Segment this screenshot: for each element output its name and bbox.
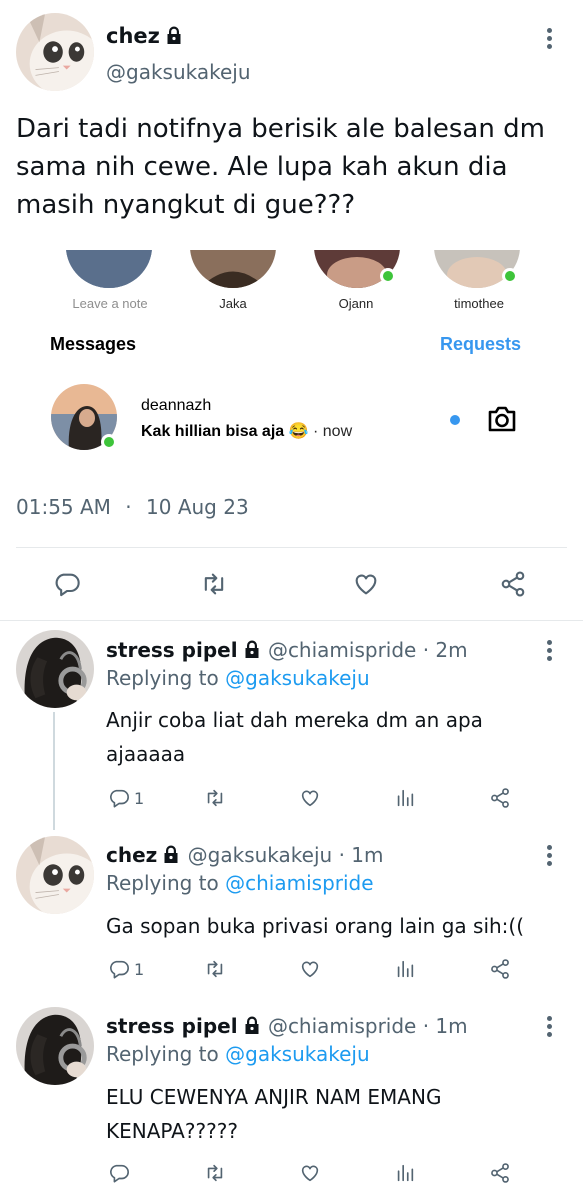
reply-icon <box>108 958 130 980</box>
note-avatar-self <box>66 250 152 288</box>
share-icon[interactable] <box>489 958 511 980</box>
replying-to-prefix: Replying to <box>106 666 219 690</box>
messages-heading: Messages <box>50 334 137 354</box>
reply-author-handle[interactable]: @chiamispride <box>268 1014 416 1038</box>
timestamp-separator: · <box>125 495 132 519</box>
dm-message: Kak hillian bisa aja <box>141 423 285 440</box>
more-options-icon[interactable] <box>547 28 553 52</box>
replying-to-prefix: Replying to <box>106 1042 219 1066</box>
lock-icon <box>242 1015 262 1035</box>
tweet-time: 01:55 AM <box>16 495 111 519</box>
views-icon[interactable] <box>394 958 416 980</box>
like-icon[interactable] <box>299 787 321 809</box>
reply-author-name[interactable]: stress pipel <box>106 638 238 662</box>
online-indicator <box>502 268 518 284</box>
more-options-icon[interactable] <box>547 1016 553 1040</box>
thread-line <box>53 712 55 830</box>
note-avatar-jaka <box>190 250 276 288</box>
reply-text: Ga sopan buka privasi orang lain ga sih:… <box>106 914 525 938</box>
reply-author-handle[interactable]: @gaksukakeju <box>188 843 333 867</box>
retweet-icon[interactable] <box>204 1162 226 1184</box>
reply-icon <box>108 787 130 809</box>
cat-avatar-image <box>16 836 94 914</box>
online-indicator <box>101 434 117 450</box>
lock-icon <box>161 844 181 864</box>
tweet-author[interactable]: chez <box>106 24 184 48</box>
reply-button[interactable]: 1 <box>108 787 144 809</box>
author-handle[interactable]: @gaksukakeju <box>106 60 251 84</box>
replying-to-prefix: Replying to <box>106 871 219 895</box>
more-options-icon[interactable] <box>547 640 553 664</box>
note-label: timothee <box>454 296 504 311</box>
reply-author-handle[interactable]: @chiamispride <box>268 638 416 662</box>
retweet-icon[interactable] <box>198 568 230 600</box>
reply-count: 1 <box>134 959 145 979</box>
views-icon[interactable] <box>394 787 416 809</box>
like-icon[interactable] <box>350 568 382 600</box>
reply-header: chez @gaksukakeju · 1m <box>106 843 383 867</box>
retweet-icon[interactable] <box>204 787 226 809</box>
avatar[interactable] <box>16 1007 94 1085</box>
online-indicator <box>380 268 396 284</box>
share-icon[interactable] <box>489 1162 511 1184</box>
reply-button[interactable]: 1 <box>108 958 144 980</box>
author-name[interactable]: chez <box>106 24 160 48</box>
reply-header: stress pipel @chiamispride · 1m <box>106 1014 468 1038</box>
note-label: Leave a note <box>72 296 148 311</box>
reply-age: · 2m <box>422 638 468 662</box>
reply-count: 1 <box>134 788 145 808</box>
reply-age: · 1m <box>338 843 384 867</box>
avatar[interactable] <box>16 630 94 708</box>
requests-link: Requests <box>440 334 522 354</box>
replying-to-handle[interactable]: @gaksukakeju <box>225 666 370 690</box>
tweet-media-image[interactable]: Leave a note Jaka Ojann timothee Message… <box>0 250 583 465</box>
retweet-icon[interactable] <box>204 958 226 980</box>
share-icon[interactable] <box>497 568 529 600</box>
camera-icon <box>486 404 518 438</box>
avatar[interactable] <box>16 13 94 91</box>
dm-username: deannazh <box>141 397 212 414</box>
lock-icon <box>164 25 184 45</box>
reply-icon[interactable] <box>51 568 83 600</box>
like-icon[interactable] <box>299 958 321 980</box>
replying-to: Replying to @chiamispride <box>106 871 374 895</box>
headphones-avatar-image <box>16 1007 94 1085</box>
dm-time: now <box>322 423 353 440</box>
reply-author-name[interactable]: chez <box>106 843 157 867</box>
cat-avatar-image <box>16 13 94 91</box>
reply-age: · 1m <box>422 1014 468 1038</box>
share-icon[interactable] <box>489 787 511 809</box>
replying-to-handle[interactable]: @gaksukakeju <box>225 1042 370 1066</box>
more-options-icon[interactable] <box>547 845 553 869</box>
replying-to: Replying to @gaksukakeju <box>106 1042 370 1066</box>
reply-text: Anjir coba liat dah mereka dm an apa aja… <box>106 708 483 766</box>
replying-to-handle[interactable]: @chiamispride <box>225 871 373 895</box>
replying-to: Replying to @gaksukakeju <box>106 666 370 690</box>
reply-text: ELU CEWENYA ANJIR NAM EMANG KENAPA????? <box>106 1085 442 1143</box>
divider <box>0 620 583 621</box>
like-icon[interactable] <box>299 1162 321 1184</box>
laughing-emoji: 😂 <box>288 423 309 440</box>
dm-separator: · <box>313 423 319 440</box>
tweet-timestamp[interactable]: 01:55 AM · 10 Aug 23 <box>16 495 249 519</box>
note-label: Jaka <box>219 296 247 311</box>
divider <box>16 547 567 548</box>
avatar[interactable] <box>16 836 94 914</box>
reply-header: stress pipel @chiamispride · 2m <box>106 638 468 662</box>
views-icon[interactable] <box>394 1162 416 1184</box>
tweet-date: 10 Aug 23 <box>146 495 249 519</box>
unread-indicator <box>450 415 460 425</box>
tweet-text: Dari tadi notifnya berisik ale balesan d… <box>16 114 545 220</box>
lock-icon <box>242 639 262 659</box>
note-label: Ojann <box>338 296 374 311</box>
reply-icon[interactable] <box>108 1162 130 1184</box>
reply-author-name[interactable]: stress pipel <box>106 1014 238 1038</box>
dm-preview: Kak hillian bisa aja 😂 · now <box>141 421 352 441</box>
headphones-avatar-image <box>16 630 94 708</box>
